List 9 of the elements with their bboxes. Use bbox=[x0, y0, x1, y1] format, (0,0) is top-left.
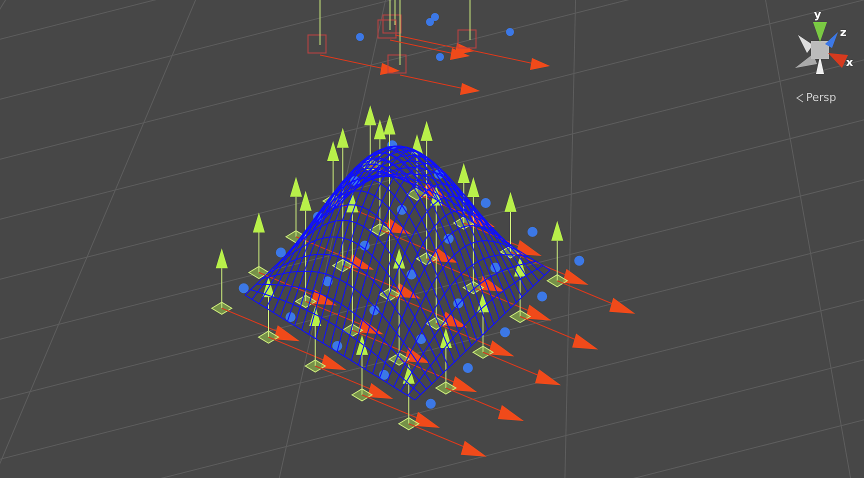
orientation-gizmo[interactable] bbox=[795, 22, 848, 74]
axis-cone-icon[interactable] bbox=[813, 22, 827, 42]
axis-label: z bbox=[840, 27, 846, 39]
axis-label: x bbox=[846, 57, 854, 69]
axis-cone-icon[interactable] bbox=[828, 53, 848, 68]
axis-label: y bbox=[814, 9, 822, 21]
axis-cone-icon[interactable] bbox=[825, 32, 838, 48]
back-chevron-icon[interactable] bbox=[796, 92, 804, 102]
projection-label[interactable]: Persp bbox=[806, 91, 836, 104]
